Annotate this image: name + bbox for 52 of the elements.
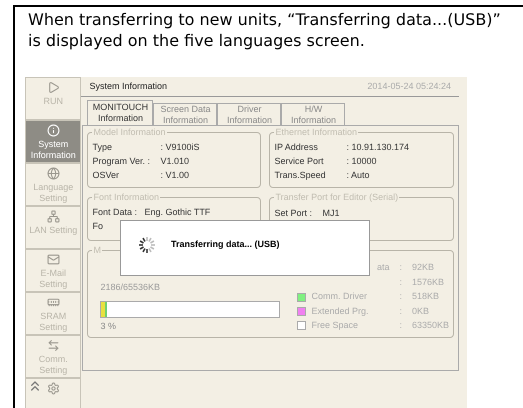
sidebar-item[interactable]: Comm. Setting — [25, 335, 82, 378]
info-label: Service Port — [274, 155, 324, 168]
legend-label: Comm. Driver — [311, 290, 368, 304]
info-label: Font Data : — [92, 206, 138, 220]
caption-text: When transferring to new units, “Transferring data...(USB)” is displayed on the five languages screen. — [27, 9, 502, 51]
legend-value: : 0KB — [398, 304, 429, 318]
tab[interactable]: Driver Information — [217, 103, 282, 125]
legend-value: : 518KB — [398, 290, 439, 304]
info-label: Fo — [92, 220, 104, 234]
legend-label: Extended Prg. — [311, 304, 370, 318]
info-value: : Auto — [346, 169, 370, 182]
legend-value: : 63350KB — [398, 319, 449, 332]
progress-percent: 3 % — [100, 320, 117, 332]
tab[interactable]: Screen Data Information — [153, 103, 218, 125]
tab[interactable]: H/W Information — [281, 103, 346, 125]
info-label: Type — [92, 141, 113, 154]
info-label: OSVer — [92, 169, 120, 182]
gear-icon — [46, 382, 60, 395]
info-label: Set Port : — [274, 207, 313, 220]
header-datetime: 2014-05-24 05:24:24 — [367, 80, 451, 93]
sidebar-item[interactable]: E-Mail Setting — [25, 249, 82, 292]
dialog-message: Transferring data... (USB) — [171, 238, 280, 252]
play-icon — [46, 81, 60, 94]
info-label: Program Ver. : — [92, 155, 151, 168]
memory-icon — [46, 296, 60, 309]
info-value: : 10000 — [346, 155, 376, 168]
mail-icon — [46, 253, 60, 266]
sidebar-item[interactable]: System Information — [25, 120, 82, 163]
legend-label: Free Space — [311, 319, 359, 332]
info-value: : V9100iS — [160, 141, 200, 154]
arrows-icon — [46, 339, 60, 352]
sidebar-item[interactable]: LAN Setting — [25, 206, 82, 249]
header-title: System Information — [89, 80, 167, 93]
spinner-icon — [137, 235, 157, 255]
legend-value: : 92KB — [398, 261, 434, 274]
info-value: : 10.91.130.174 — [346, 141, 410, 154]
info-value: V1.010 — [160, 155, 189, 168]
info-value: MJ1 — [322, 207, 340, 220]
legend-label: ata — [376, 261, 390, 274]
globe-icon — [46, 167, 60, 180]
tab[interactable]: MONITOUCH Information — [87, 100, 154, 125]
info-value: Eng. Gothic TTF — [144, 206, 210, 220]
info-label: IP Address — [274, 141, 319, 154]
network-icon — [46, 210, 60, 223]
sidebar-item[interactable]: Language Setting — [25, 163, 82, 206]
sidebar-item[interactable]: SRAM Setting — [25, 292, 82, 335]
info-value: : V1.00 — [160, 169, 189, 182]
memory-usage: 2186/65536KB — [100, 281, 162, 294]
info-icon — [46, 124, 60, 137]
sidebar-item[interactable]: RUN — [25, 77, 82, 120]
info-label: Trans.Speed — [274, 169, 327, 182]
legend-value: : 1576KB — [398, 276, 444, 289]
